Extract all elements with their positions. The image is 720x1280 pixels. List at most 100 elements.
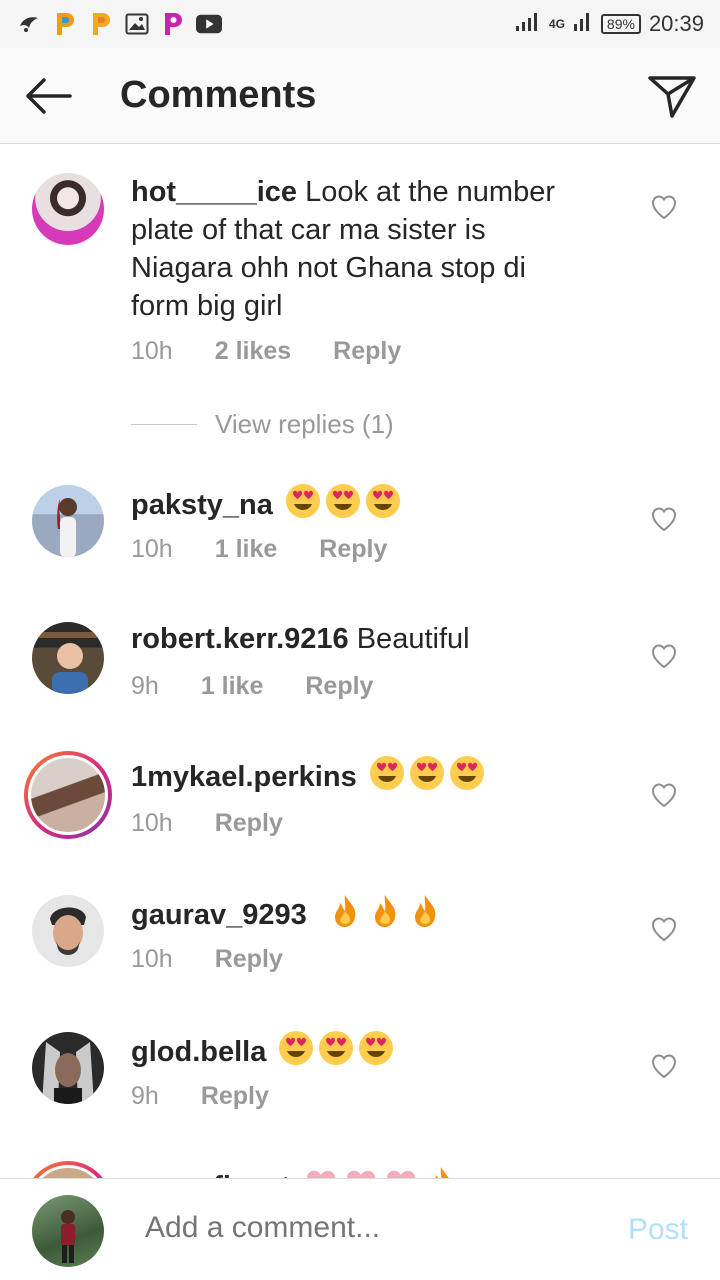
comment-time: 10h bbox=[131, 535, 173, 563]
comment-username[interactable]: 1mykael.perkins bbox=[131, 761, 357, 793]
fire-emoji bbox=[327, 893, 363, 929]
back-button[interactable] bbox=[20, 72, 76, 120]
post-button[interactable]: Post bbox=[628, 1213, 688, 1247]
comment-time: 10h bbox=[131, 337, 173, 365]
network-type: 4G bbox=[548, 17, 565, 31]
heart-icon bbox=[651, 783, 677, 808]
comment-likes[interactable]: 2 likes bbox=[215, 337, 291, 366]
view-replies-label: View replies (1) bbox=[215, 409, 394, 439]
avatar[interactable] bbox=[32, 173, 104, 245]
reply-button[interactable]: Reply bbox=[333, 337, 401, 366]
current-user-avatar bbox=[32, 1195, 104, 1267]
avatar[interactable] bbox=[32, 895, 104, 967]
like-button[interactable] bbox=[650, 1052, 678, 1080]
page-title: Comments bbox=[120, 74, 317, 116]
comment-text: Beautiful bbox=[356, 623, 470, 655]
comment-username[interactable]: erewafinext bbox=[131, 1171, 291, 1178]
comment-username[interactable]: robert.kerr.9216 bbox=[131, 623, 349, 655]
add-comment-input[interactable] bbox=[145, 1211, 585, 1245]
comment-username[interactable]: paksty_na bbox=[131, 489, 273, 521]
notification-icons bbox=[16, 10, 222, 38]
p-app-icon-orange-2 bbox=[88, 11, 114, 37]
comment-username[interactable]: gaurav_9293 bbox=[131, 899, 307, 931]
heart-eyes-emoji bbox=[285, 483, 321, 519]
comment-meta: 10h 1 like Reply bbox=[131, 535, 387, 564]
comment-body: gaurav_9293 bbox=[131, 893, 591, 934]
divider bbox=[131, 424, 197, 425]
heart-icon bbox=[651, 507, 677, 532]
reply-button[interactable]: Reply bbox=[215, 809, 283, 838]
comment-time: 10h bbox=[131, 945, 173, 973]
comment-time: 10h bbox=[131, 809, 173, 837]
like-button[interactable] bbox=[650, 915, 678, 943]
comment-body: paksty_na bbox=[131, 483, 591, 524]
comment-time: 9h bbox=[131, 1082, 159, 1110]
avatar-image bbox=[28, 755, 108, 835]
heart-eyes-emoji bbox=[278, 1030, 314, 1066]
picsart-icon bbox=[160, 11, 186, 37]
heart-eyes-emoji bbox=[369, 755, 405, 791]
avatar[interactable] bbox=[32, 622, 104, 694]
avatar-with-story-ring[interactable] bbox=[24, 751, 112, 839]
comment-likes[interactable]: 1 like bbox=[215, 535, 278, 564]
comment-body: erewafinext bbox=[131, 1165, 591, 1178]
comment-body: robert.kerr.9216 Beautiful bbox=[131, 620, 591, 658]
comments-list[interactable]: hot_____ice Look at the number plate of … bbox=[0, 145, 720, 1178]
avatar-with-story-ring[interactable] bbox=[24, 1161, 112, 1178]
heart-eyes-emoji bbox=[365, 483, 401, 519]
heart-eyes-emoji bbox=[358, 1030, 394, 1066]
heart-eyes-emoji bbox=[409, 755, 445, 791]
comment-username[interactable]: glod.bella bbox=[131, 1036, 266, 1068]
reply-button[interactable]: Reply bbox=[201, 1082, 269, 1111]
like-button[interactable] bbox=[650, 781, 678, 809]
like-button[interactable] bbox=[650, 193, 678, 221]
fire-emoji bbox=[367, 893, 403, 929]
like-button[interactable] bbox=[650, 642, 678, 670]
reply-button[interactable]: Reply bbox=[215, 945, 283, 974]
fire-emoji bbox=[407, 893, 443, 929]
heart-eyes-emoji bbox=[449, 755, 485, 791]
p-app-icon-orange bbox=[52, 11, 78, 37]
pink-heart-emoji bbox=[383, 1165, 419, 1178]
heart-icon bbox=[651, 1054, 677, 1079]
comment-meta: 10h Reply bbox=[131, 809, 283, 838]
heart-eyes-emoji bbox=[325, 483, 361, 519]
battery-indicator: 89% bbox=[600, 14, 641, 34]
signal-icon-2 bbox=[573, 10, 593, 38]
view-replies-toggle[interactable]: View replies (1) bbox=[131, 409, 394, 440]
comment-meta: 9h Reply bbox=[131, 1082, 269, 1111]
heart-icon bbox=[651, 644, 677, 669]
app-header: Comments bbox=[0, 48, 720, 144]
comment-meta: 10h 2 likes Reply bbox=[131, 337, 401, 366]
heart-eyes-emoji bbox=[318, 1030, 354, 1066]
status-bar: 4G 89% 20:39 bbox=[0, 0, 720, 48]
reply-button[interactable]: Reply bbox=[319, 535, 387, 564]
paper-plane-icon bbox=[648, 76, 696, 118]
clock: 20:39 bbox=[648, 11, 704, 36]
comment-likes[interactable]: 1 like bbox=[201, 672, 264, 701]
fire-emoji bbox=[423, 1165, 459, 1178]
heart-icon bbox=[651, 195, 677, 220]
direct-message-button[interactable] bbox=[646, 70, 698, 122]
back-arrow-icon bbox=[26, 78, 72, 114]
bird-app-icon bbox=[16, 11, 42, 37]
signal-icon bbox=[515, 10, 541, 38]
comment-time: 9h bbox=[131, 672, 159, 700]
comment-meta: 10h Reply bbox=[131, 945, 283, 974]
comment-body: 1mykael.perkins bbox=[131, 755, 591, 796]
heart-icon bbox=[651, 917, 677, 942]
like-button[interactable] bbox=[650, 505, 678, 533]
comment-body: hot_____ice Look at the number plate of … bbox=[131, 173, 591, 325]
comment-meta: 9h 1 like Reply bbox=[131, 672, 373, 701]
comment-composer: Post bbox=[0, 1178, 720, 1280]
avatar[interactable] bbox=[32, 485, 104, 557]
avatar[interactable] bbox=[32, 1032, 104, 1104]
pink-heart-emoji bbox=[343, 1165, 379, 1178]
comment-username[interactable]: hot_____ice bbox=[131, 176, 297, 208]
pink-heart-emoji bbox=[303, 1165, 339, 1178]
comment-body: glod.bella bbox=[131, 1030, 591, 1071]
reply-button[interactable]: Reply bbox=[305, 672, 373, 701]
youtube-icon bbox=[196, 11, 222, 37]
gallery-icon bbox=[124, 11, 150, 37]
avatar-image bbox=[28, 1165, 108, 1178]
